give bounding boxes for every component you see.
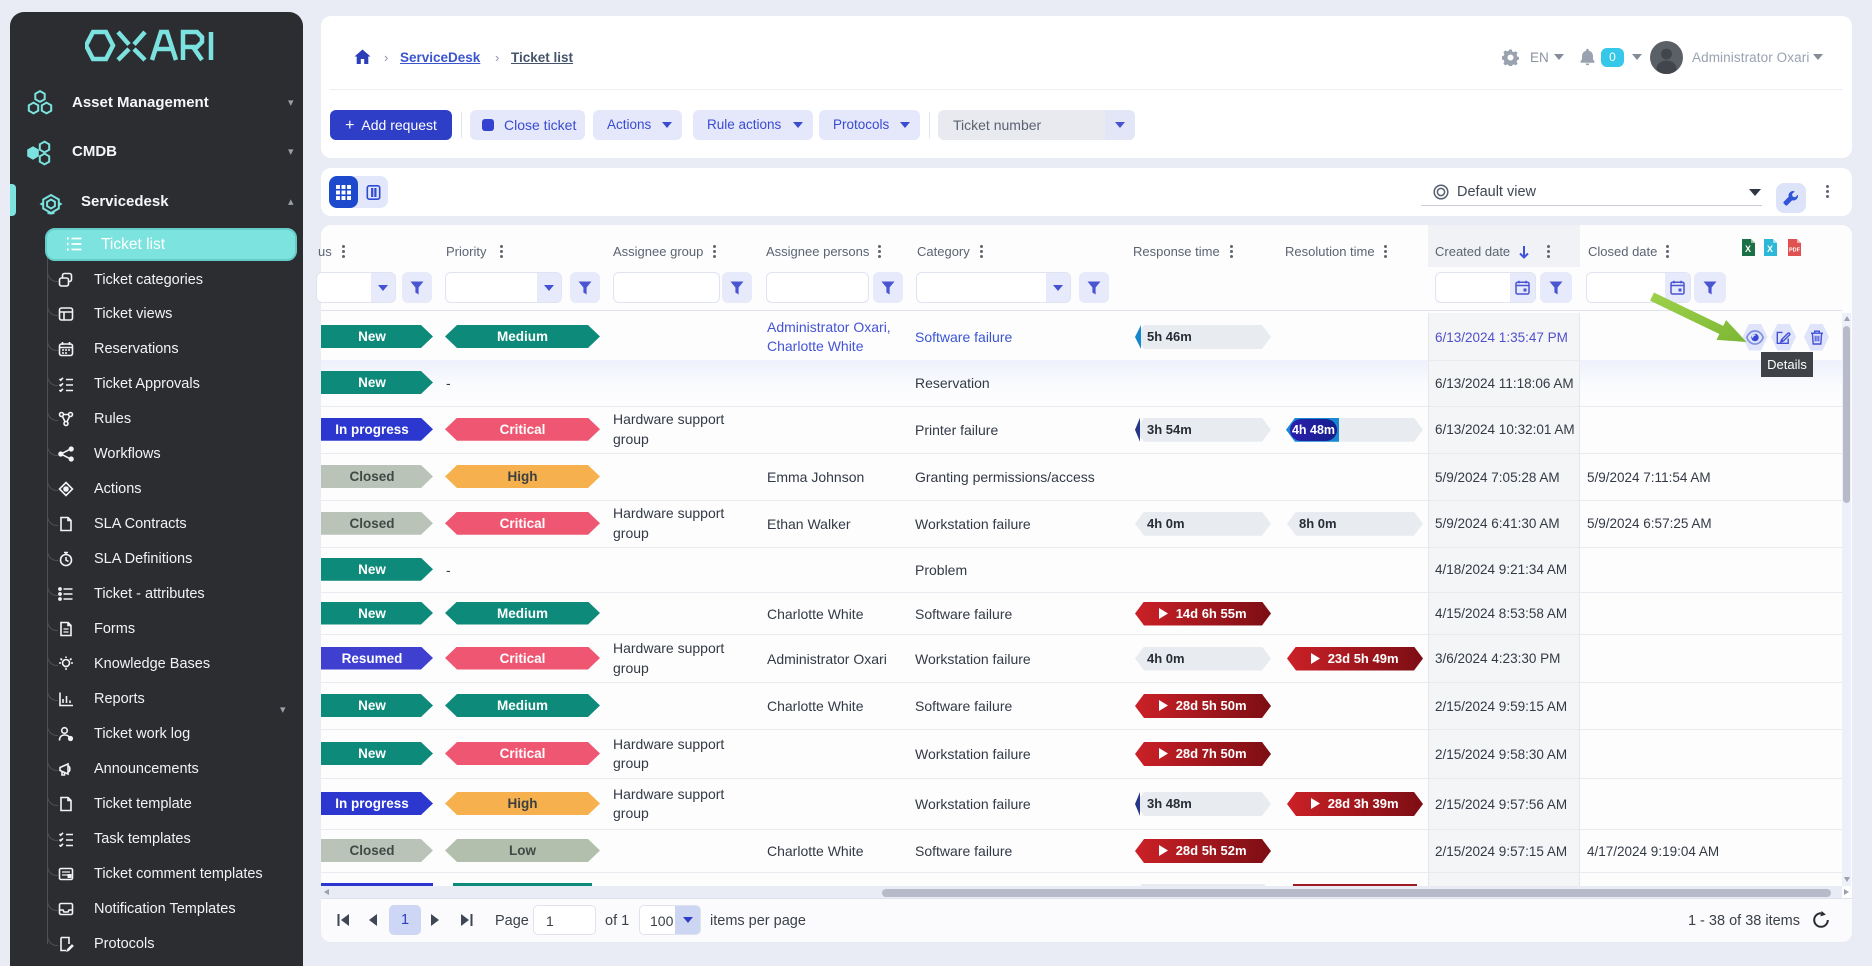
svg-text:X: X	[1767, 244, 1773, 254]
svg-text:X: X	[1745, 244, 1751, 254]
svg-text:PDF: PDF	[1789, 248, 1801, 254]
